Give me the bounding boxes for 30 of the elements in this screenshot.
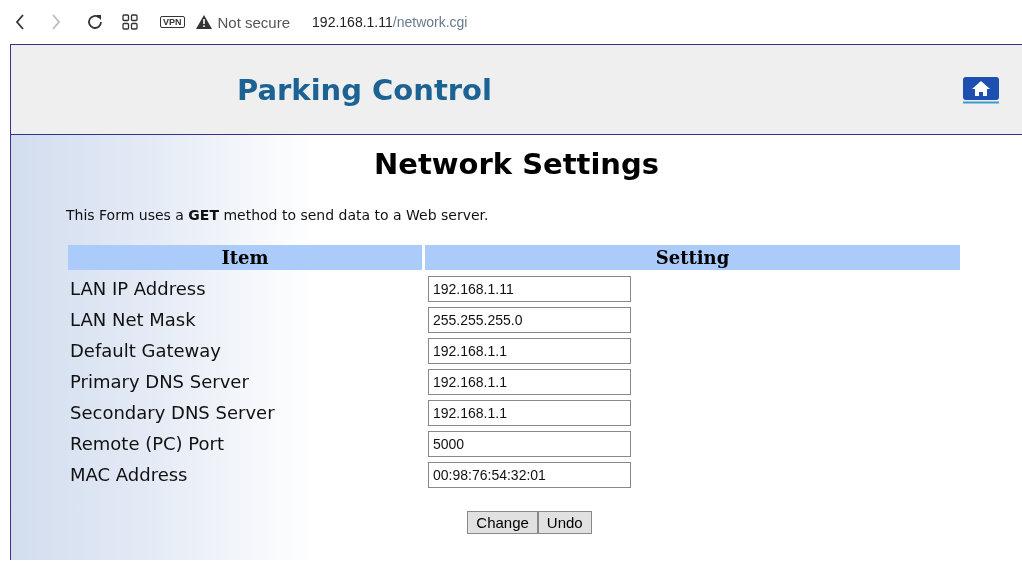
vpn-badge[interactable]: VPN bbox=[160, 16, 185, 28]
setting-label: LAN Net Mask bbox=[69, 308, 197, 332]
page-title: Network Settings bbox=[372, 147, 661, 181]
form-button[interactable]: Change bbox=[467, 511, 538, 534]
form-button[interactable]: Undo bbox=[537, 511, 592, 534]
setting-input[interactable]: 255.255.255.0 bbox=[428, 306, 631, 333]
grid-icon[interactable] bbox=[122, 14, 138, 30]
app-title: Parking Control bbox=[237, 72, 492, 107]
setting-label: MAC Address bbox=[69, 463, 189, 487]
setting-label: Remote (PC) Port bbox=[69, 432, 226, 456]
warning-icon bbox=[194, 14, 213, 30]
security-label[interactable]: Not secure bbox=[217, 13, 291, 31]
home-icon[interactable] bbox=[962, 75, 1000, 104]
setting-input[interactable]: 192.168.1.1 bbox=[428, 368, 631, 395]
setting-label: Secondary DNS Server bbox=[69, 401, 276, 425]
setting-input[interactable]: 00:98:76:54:32:01 bbox=[428, 461, 631, 488]
setting-input[interactable]: 192.168.1.11 bbox=[428, 275, 631, 302]
setting-input[interactable]: 5000 bbox=[428, 430, 631, 457]
form-description: This Form uses a GET method to send data to a Web server. bbox=[66, 207, 490, 223]
setting-label: Primary DNS Server bbox=[69, 370, 250, 394]
reload-icon[interactable] bbox=[86, 13, 104, 31]
setting-label: LAN IP Address bbox=[69, 277, 207, 301]
url-host[interactable]: 192.168.1.11 bbox=[312, 14, 393, 30]
url-path[interactable]: /network.cgi bbox=[392, 14, 468, 30]
column-header: Setting bbox=[425, 245, 960, 270]
setting-label: Default Gateway bbox=[69, 339, 222, 363]
setting-input[interactable]: 192.168.1.1 bbox=[428, 337, 631, 364]
column-header: Item bbox=[68, 245, 422, 270]
back-icon[interactable] bbox=[14, 13, 26, 31]
setting-input[interactable]: 192.168.1.1 bbox=[428, 399, 631, 426]
